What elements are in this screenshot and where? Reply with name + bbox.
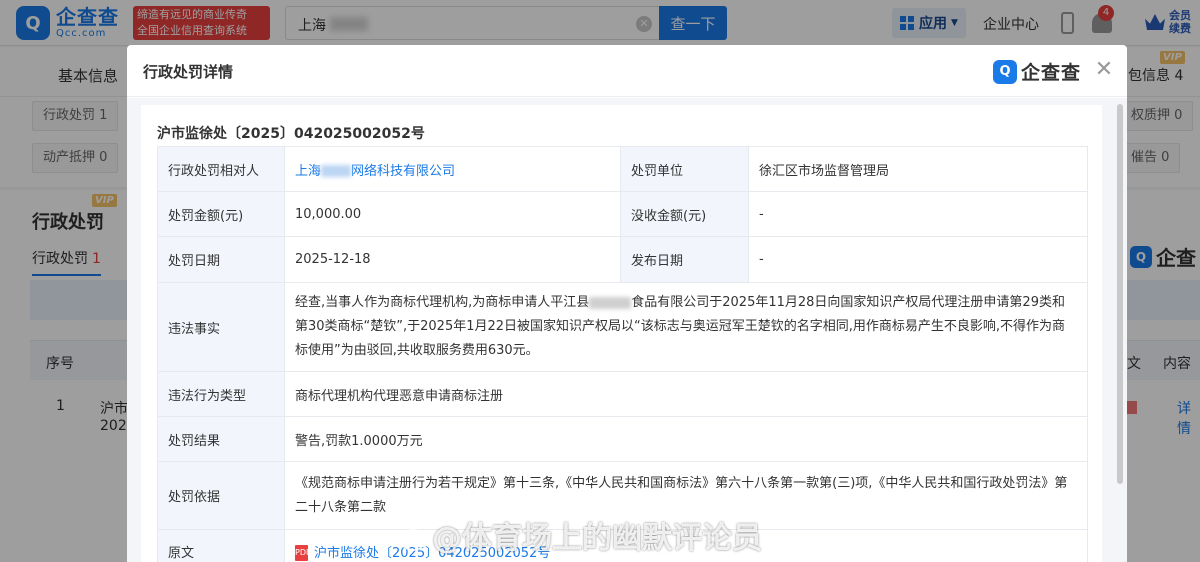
violation-facts-label: 违法事实	[157, 282, 285, 372]
violation-type-value: 商标代理机构代理恶意申请商标注册	[284, 371, 1088, 417]
table-row: 处罚金额(元) 10,000.00 没收金额(元) -	[157, 191, 1088, 237]
violation-type-label: 违法行为类型	[157, 371, 285, 417]
confiscate-label: 没收金额(元)	[620, 191, 749, 237]
logo-mark: Q	[993, 59, 1017, 84]
detail-card: 沪市监徐处〔2025〕042025002052号 行政处罚相对人 上海 网络科技有…	[141, 105, 1102, 562]
weibo-watermark: @体育场上的幽默评论员	[400, 513, 762, 557]
penalty-date-label: 处罚日期	[157, 236, 285, 283]
table-row: 处罚日期 2025-12-18 发布日期 -	[157, 236, 1088, 283]
penalty-date-value: 2025-12-18	[284, 236, 621, 283]
document-number: 沪市监徐处〔2025〕042025002052号	[157, 126, 425, 142]
confiscate-value: -	[748, 191, 1088, 237]
party-name-prefix: 上海	[295, 163, 322, 179]
original-doc-label: 原文	[157, 529, 285, 562]
table-row: 行政处罚相对人 上海 网络科技有限公司 处罚单位 徐汇区市场监督管理局	[157, 146, 1088, 192]
party-name-suffix: 网络科技有限公司	[351, 163, 456, 179]
party-link[interactable]: 上海 网络科技有限公司	[284, 146, 621, 192]
modal-body: 沪市监徐处〔2025〕042025002052号 行政处罚相对人 上海 网络科技有…	[127, 98, 1127, 562]
weibo-icon	[400, 528, 426, 551]
penalty-detail-modal: 行政处罚详情 Q 企查查 ✕ 沪市监徐处〔2025〕042025002052号 …	[127, 45, 1127, 562]
publish-date-value: -	[748, 236, 1088, 283]
close-icon[interactable]: ✕	[1092, 58, 1116, 82]
table-row: 违法事实 经查,当事人作为商标代理机构,为商标申请人平江县 食品有限公司于2025…	[157, 282, 1088, 372]
amount-label: 处罚金额(元)	[157, 191, 285, 237]
party-label: 行政处罚相对人	[157, 146, 285, 192]
unit-label: 处罚单位	[620, 146, 749, 192]
amount-value: 10,000.00	[284, 191, 621, 237]
penalty-basis-label: 处罚依据	[157, 461, 285, 530]
facts-text-1: 经查,当事人作为商标代理机构,为商标申请人平江县	[295, 295, 590, 310]
pdf-icon: PDF	[295, 545, 311, 562]
unit-value: 徐汇区市场监督管理局	[748, 146, 1088, 192]
redacted-text	[321, 165, 352, 177]
table-row: 处罚结果 警告,罚款1.0000万元	[157, 416, 1088, 462]
publish-date-label: 发布日期	[620, 236, 749, 283]
penalty-result-value: 警告,罚款1.0000万元	[284, 416, 1088, 462]
modal-logo: Q 企查查	[993, 58, 1081, 85]
logo-name: 企查查	[1021, 62, 1082, 84]
table-row: 违法行为类型 商标代理机构代理恶意申请商标注册	[157, 371, 1088, 417]
redacted-text	[589, 296, 632, 309]
modal-header: 行政处罚详情 Q 企查查 ✕	[127, 45, 1127, 97]
penalty-result-label: 处罚结果	[157, 416, 285, 462]
modal-title: 行政处罚详情	[143, 63, 234, 81]
scrollbar-thumb[interactable]	[1117, 104, 1123, 484]
penalty-detail-table: 行政处罚相对人 上海 网络科技有限公司 处罚单位 徐汇区市场监督管理局 处罚金额(…	[157, 146, 1088, 562]
violation-facts-value: 经查,当事人作为商标代理机构,为商标申请人平江县 食品有限公司于2025年11月2…	[284, 282, 1088, 372]
watermark-text: @体育场上的幽默评论员	[432, 521, 762, 556]
